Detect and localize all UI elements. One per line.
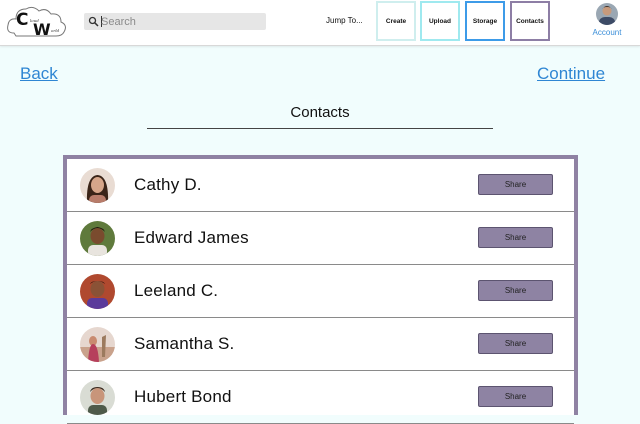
top-header: C W loud orld Jump To... Create Upload S… — [0, 0, 640, 46]
contact-name: Leeland C. — [134, 281, 219, 300]
contact-name: Samantha S. — [134, 334, 235, 353]
contact-row: Leeland C. Share — [67, 265, 574, 318]
back-link[interactable]: Back — [20, 64, 58, 84]
title-divider — [147, 128, 493, 129]
cloud-world-logo[interactable]: C W loud orld — [6, 3, 68, 39]
contact-avatar — [80, 380, 115, 415]
contacts-list-frame: Cathy D. Share Edward James Share Leelan… — [63, 155, 578, 424]
contact-row: Edward James Share — [67, 212, 574, 265]
contact-name: Cathy D. — [134, 175, 202, 194]
continue-link[interactable]: Continue — [537, 64, 605, 84]
contact-avatar — [80, 274, 115, 309]
contact-avatar — [80, 327, 115, 362]
account-button[interactable]: Account — [587, 3, 627, 41]
account-avatar — [596, 3, 618, 25]
share-button[interactable]: Share — [478, 227, 553, 248]
nav-contacts-button[interactable]: Contacts — [510, 1, 550, 41]
svg-text:orld: orld — [51, 28, 60, 33]
contact-row: Cathy D. Share — [67, 159, 574, 212]
contact-name: Hubert Bond — [134, 387, 232, 406]
nav-storage-button[interactable]: Storage — [465, 1, 505, 41]
contact-row: Samantha S. Share — [67, 318, 574, 371]
search-bar[interactable] — [84, 13, 266, 30]
jump-to-menu[interactable]: Jump To... — [326, 16, 363, 25]
share-button[interactable]: Share — [478, 333, 553, 354]
contact-name: Edward James — [134, 228, 249, 247]
share-button[interactable]: Share — [478, 386, 553, 407]
nav-upload-button[interactable]: Upload — [420, 1, 460, 41]
contact-row: Hubert Bond Share — [67, 371, 574, 424]
search-icon — [88, 16, 99, 27]
share-button[interactable]: Share — [478, 174, 553, 195]
contact-avatar — [80, 221, 115, 256]
nav-create-button[interactable]: Create — [376, 1, 416, 41]
contacts-list[interactable]: Cathy D. Share Edward James Share Leelan… — [67, 159, 574, 424]
share-button[interactable]: Share — [478, 280, 553, 301]
search-input[interactable] — [101, 13, 261, 30]
page-title: Contacts — [290, 104, 350, 121]
account-label: Account — [592, 28, 622, 37]
svg-text:loud: loud — [30, 18, 39, 23]
svg-text:C: C — [16, 10, 28, 30]
contact-avatar — [80, 168, 115, 203]
